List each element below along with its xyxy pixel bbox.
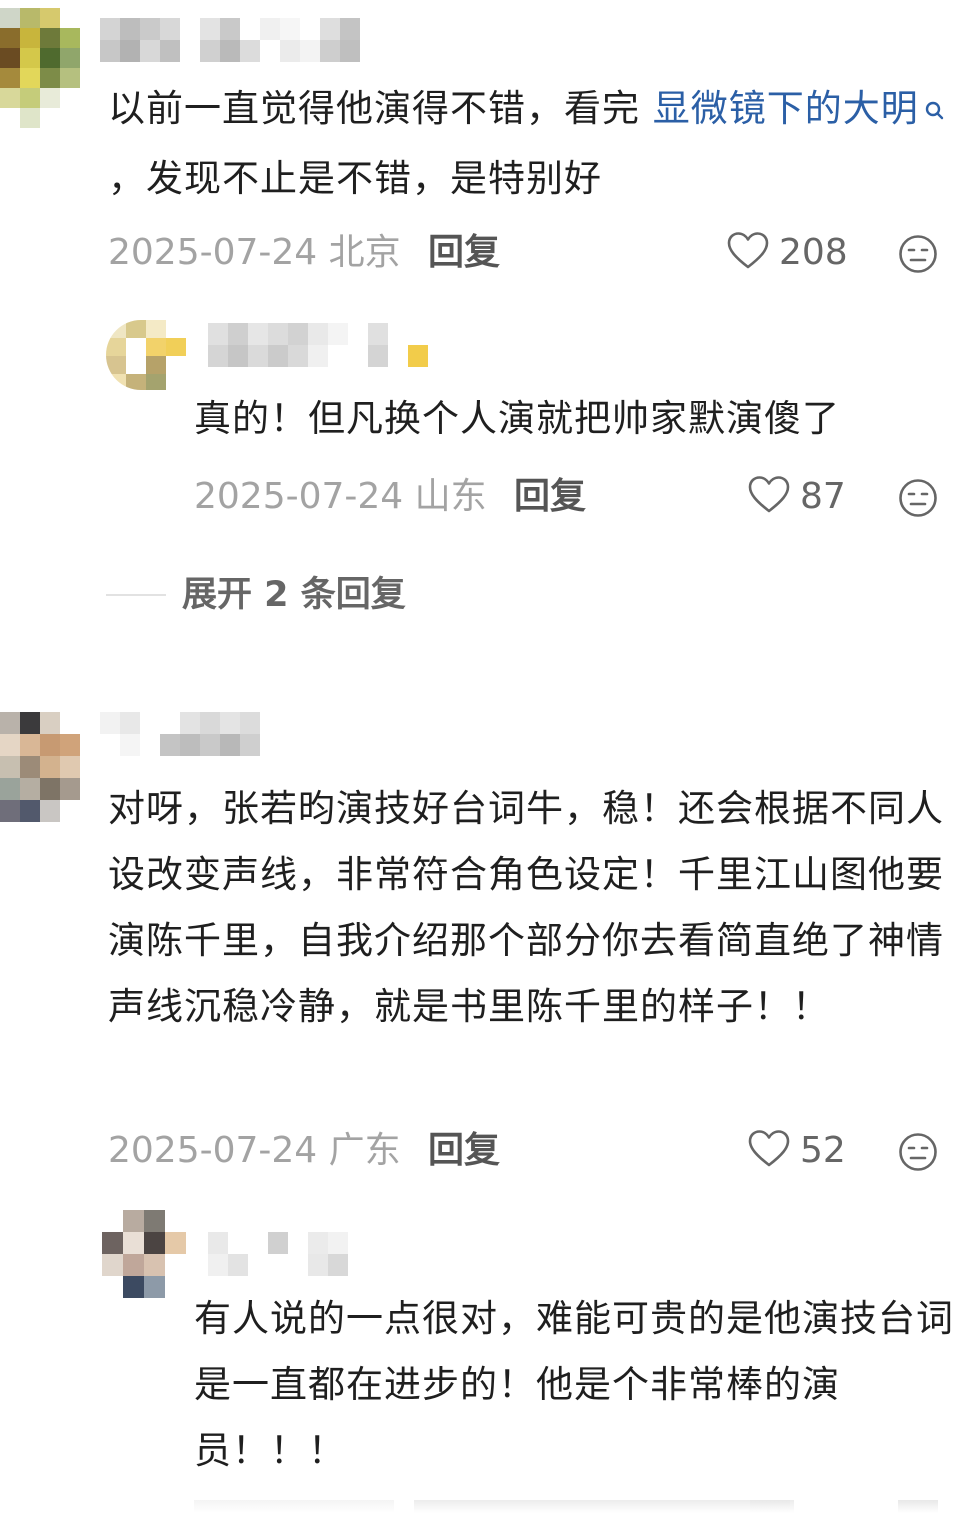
neutral-face-icon[interactable]: [898, 1132, 938, 1172]
divider: [106, 594, 166, 596]
search-link[interactable]: 显微镜下的大明: [653, 87, 945, 130]
search-icon: [923, 80, 945, 146]
like-count: 87: [800, 476, 846, 517]
comment-text: 以前一直觉得他演得不错，看完 显微镜下的大明 ，发现不止是不错，是特别好: [108, 76, 958, 212]
avatar[interactable]: [0, 712, 80, 822]
comment-text: 有人说的一点很对，难能可贵的是他演技台词是一直都在进步的！他是个非常棒的演员！！…: [194, 1297, 954, 1472]
neutral-face-icon[interactable]: [898, 478, 938, 518]
comment-meta: 2025-07-24 山东: [194, 477, 487, 517]
reply-button[interactable]: 回复: [428, 1131, 500, 1171]
comment-text-part: ，发现不止是不错，是特别好: [108, 157, 602, 200]
like-button[interactable]: 52: [748, 1129, 846, 1173]
comment-text-part: 以前一直觉得他演得不错，看完: [108, 87, 653, 130]
username[interactable]: [208, 1232, 368, 1276]
like-count: 208: [779, 232, 848, 273]
comment-meta: 2025-07-24 北京: [108, 233, 401, 273]
username[interactable]: [100, 18, 360, 62]
like-button[interactable]: 208: [727, 231, 848, 275]
comment-text: 真的！但凡换个人演就把帅家默演傻了: [194, 397, 840, 440]
comment-location: 北京: [328, 232, 401, 273]
comment-meta: 2025-07-24 广东: [108, 1131, 401, 1171]
reply-button[interactable]: 回复: [428, 233, 500, 273]
expand-replies-button[interactable]: 展开 2 条回复: [106, 575, 406, 615]
comment-date: 2025-07-24: [108, 1130, 318, 1171]
heart-outline-icon: [727, 231, 769, 275]
comment-date: 2025-07-24: [194, 476, 404, 517]
expand-replies-label: 展开 2 条回复: [182, 575, 406, 615]
comment-text: 对呀，张若昀演技好台词牛，稳！还会根据不同人设改变声线，非常符合角色设定！千里江…: [108, 787, 944, 1028]
cut-off-meta-row: [194, 1500, 954, 1513]
reply-button[interactable]: 回复: [514, 477, 586, 517]
neutral-face-icon[interactable]: [898, 234, 938, 274]
avatar[interactable]: [102, 1210, 188, 1298]
heart-outline-icon: [748, 1129, 790, 1173]
search-link-label: 显微镜下的大明: [652, 87, 919, 130]
comment-date: 2025-07-24: [108, 232, 318, 273]
heart-outline-icon: [748, 475, 790, 519]
comment-location: 广东: [328, 1130, 401, 1171]
like-button[interactable]: 87: [748, 475, 846, 519]
avatar[interactable]: [106, 320, 186, 390]
username[interactable]: [100, 712, 280, 756]
avatar[interactable]: [0, 8, 80, 128]
like-count: 52: [800, 1130, 846, 1171]
comment-location: 山东: [414, 476, 487, 517]
username[interactable]: [208, 323, 448, 367]
